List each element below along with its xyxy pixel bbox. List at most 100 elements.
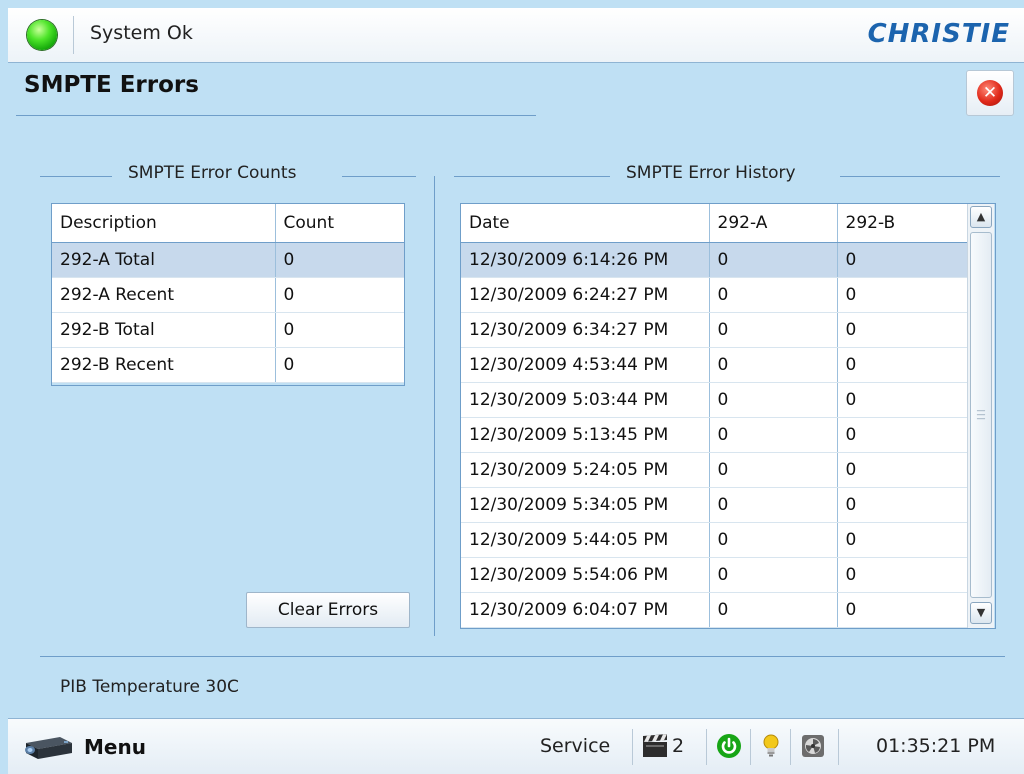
column-header-292a[interactable]: 292-A: [708, 204, 837, 243]
table-row[interactable]: 12/30/2009 6:14:26 PM 0 0: [461, 242, 967, 278]
292a-cell: 0: [708, 347, 837, 383]
292a-cell: 0: [708, 452, 837, 488]
page-title: SMPTE Errors: [24, 72, 199, 98]
count-cell: 0: [274, 347, 404, 383]
count-cell: 0: [274, 277, 404, 313]
292a-cell: 0: [708, 522, 837, 558]
date-cell: 12/30/2009 5:13:45 PM: [461, 417, 709, 453]
section-divider: [434, 176, 435, 636]
description-cell: 292-A Total: [52, 242, 275, 278]
error-history-table: Date 292-A 292-B 12/30/2009 6:14:26 PM 0 0…: [461, 204, 967, 628]
history-scrollbar[interactable]: ▲ — — — ▼: [967, 204, 994, 628]
292b-cell: 0: [836, 452, 967, 488]
292a-cell: 0: [708, 242, 837, 278]
count-cell: 0: [274, 312, 404, 348]
footer-divider: [40, 656, 1005, 657]
title-underline: [16, 115, 536, 116]
brand-logo: CHRISTIE: [867, 19, 1010, 49]
date-cell: 12/30/2009 6:34:27 PM: [461, 312, 709, 348]
clock-time: 01:35:21 PM: [876, 735, 996, 757]
292b-cell: 0: [836, 242, 967, 278]
divider: [838, 729, 839, 765]
clapperboard-icon[interactable]: [640, 731, 670, 761]
divider: [632, 729, 633, 765]
table-row[interactable]: 292-A Recent 0: [52, 277, 404, 313]
292a-cell: 0: [708, 417, 837, 453]
bottom-bar: Menu Service 2 01:35:21 PM: [8, 718, 1024, 774]
status-indicator-icon[interactable]: [27, 20, 57, 50]
292b-cell: 0: [836, 592, 967, 628]
clapper-count: 2: [672, 735, 685, 757]
date-cell: 12/30/2009 5:24:05 PM: [461, 452, 709, 488]
history-legend: SMPTE Error History: [626, 163, 796, 183]
clear-errors-button[interactable]: Clear Errors: [246, 592, 410, 628]
description-cell: 292-A Recent: [52, 277, 275, 313]
table-row[interactable]: 12/30/2009 5:24:05 PM 0 0: [461, 452, 967, 488]
table-row[interactable]: 12/30/2009 4:53:44 PM 0 0: [461, 347, 967, 383]
menu-label: Menu: [84, 735, 146, 759]
date-cell: 12/30/2009 6:04:07 PM: [461, 592, 709, 628]
292b-cell: 0: [836, 347, 967, 383]
date-cell: 12/30/2009 5:54:06 PM: [461, 557, 709, 593]
fieldset-line: [342, 176, 416, 177]
pib-temperature: PIB Temperature 30C: [60, 677, 239, 697]
power-icon[interactable]: [714, 731, 744, 761]
divider: [790, 729, 791, 765]
scrollbar-thumb[interactable]: — — —: [970, 232, 992, 598]
close-icon: ✕: [977, 80, 1003, 106]
292a-cell: 0: [708, 557, 837, 593]
divider: [750, 729, 751, 765]
table-row[interactable]: 292-A Total 0: [52, 242, 404, 278]
system-status-text[interactable]: System Ok: [90, 22, 193, 44]
292b-cell: 0: [836, 277, 967, 313]
description-cell: 292-B Recent: [52, 347, 275, 383]
292b-cell: 0: [836, 312, 967, 348]
date-cell: 12/30/2009 6:14:26 PM: [461, 242, 709, 278]
table-row[interactable]: 12/30/2009 5:54:06 PM 0 0: [461, 557, 967, 593]
table-row[interactable]: 292-B Recent 0: [52, 347, 404, 383]
292b-cell: 0: [836, 382, 967, 418]
lamp-icon[interactable]: [756, 731, 786, 761]
divider: [73, 16, 74, 54]
date-cell: 12/30/2009 5:34:05 PM: [461, 487, 709, 523]
column-header-date[interactable]: Date: [461, 204, 709, 243]
column-header-count[interactable]: Count: [274, 204, 404, 243]
cooling-fan-icon[interactable]: [798, 731, 828, 761]
description-cell: 292-B Total: [52, 312, 275, 348]
table-row[interactable]: 12/30/2009 5:34:05 PM 0 0: [461, 487, 967, 523]
scroll-up-button[interactable]: ▲: [970, 206, 992, 228]
table-row[interactable]: 12/30/2009 5:44:05 PM 0 0: [461, 522, 967, 558]
top-status-bar: System Ok CHRISTIE: [8, 8, 1024, 63]
count-cell: 0: [274, 242, 404, 278]
table-row[interactable]: 12/30/2009 6:24:27 PM 0 0: [461, 277, 967, 313]
292a-cell: 0: [708, 277, 837, 313]
date-cell: 12/30/2009 4:53:44 PM: [461, 347, 709, 383]
292a-cell: 0: [708, 487, 837, 523]
grip-icon: — — —: [976, 406, 986, 424]
table-row[interactable]: 12/30/2009 6:34:27 PM 0 0: [461, 312, 967, 348]
column-header-description[interactable]: Description: [52, 204, 275, 243]
column-header-292b[interactable]: 292-B: [836, 204, 967, 243]
table-row[interactable]: 12/30/2009 5:03:44 PM 0 0: [461, 382, 967, 418]
292a-cell: 0: [708, 592, 837, 628]
service-label[interactable]: Service: [540, 735, 610, 757]
292a-cell: 0: [708, 382, 837, 418]
projector-icon: [25, 737, 72, 759]
divider: [706, 729, 707, 765]
table-header-row: Date 292-A 292-B: [461, 204, 967, 243]
scroll-down-button[interactable]: ▼: [970, 602, 992, 624]
292b-cell: 0: [836, 557, 967, 593]
fieldset-line: [454, 176, 610, 177]
menu-button[interactable]: Menu: [22, 727, 162, 765]
date-cell: 12/30/2009 5:44:05 PM: [461, 522, 709, 558]
counts-legend: SMPTE Error Counts: [128, 163, 297, 183]
table-row[interactable]: 12/30/2009 6:04:07 PM 0 0: [461, 592, 967, 628]
fieldset-line: [40, 176, 112, 177]
close-button[interactable]: ✕: [966, 70, 1014, 116]
table-header-row: Description Count: [52, 204, 404, 243]
table-row[interactable]: 12/30/2009 5:13:45 PM 0 0: [461, 417, 967, 453]
fieldset-line: [840, 176, 1000, 177]
292b-cell: 0: [836, 522, 967, 558]
table-row[interactable]: 292-B Total 0: [52, 312, 404, 348]
date-cell: 12/30/2009 6:24:27 PM: [461, 277, 709, 313]
